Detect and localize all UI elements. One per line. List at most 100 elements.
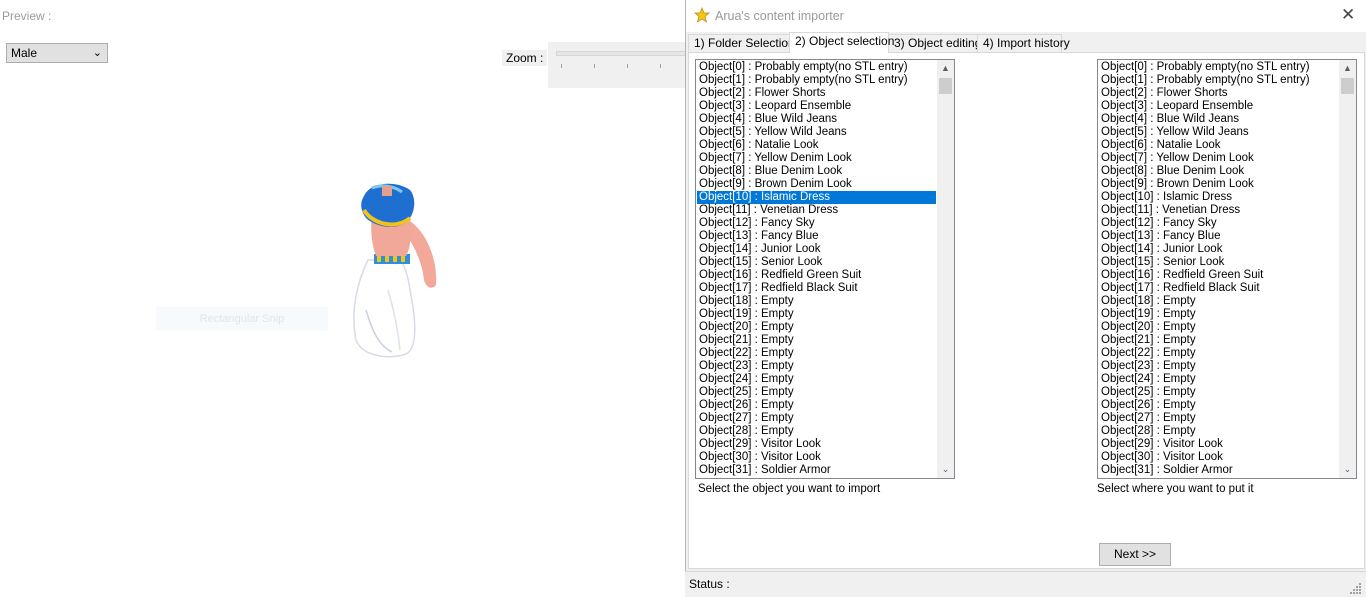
list-item[interactable]: Object[23] : Empty xyxy=(1099,360,1338,373)
list-item[interactable]: Object[11] : Venetian Dress xyxy=(1099,204,1338,217)
list-item[interactable]: Object[29] : Visitor Look xyxy=(697,438,936,451)
list-item[interactable]: Object[4] : Blue Wild Jeans xyxy=(1099,113,1338,126)
list-item[interactable]: Object[11] : Venetian Dress xyxy=(697,204,936,217)
close-icon[interactable]: ✕ xyxy=(1341,5,1355,25)
list-item[interactable]: Object[17] : Redfield Black Suit xyxy=(697,282,936,295)
list-item[interactable]: Object[2] : Flower Shorts xyxy=(697,87,936,100)
list-item[interactable]: Object[28] : Empty xyxy=(1099,425,1338,438)
tab-object-editing[interactable]: 3) Object editing xyxy=(888,34,981,53)
list-item[interactable]: Object[12] : Fancy Sky xyxy=(697,217,936,230)
list-item[interactable]: Object[27] : Empty xyxy=(1099,412,1338,425)
preview-label: Preview : xyxy=(2,9,52,23)
scroll-thumb[interactable] xyxy=(1341,78,1354,94)
source-object-list[interactable]: Object[0] : Probably empty(no STL entry)… xyxy=(695,59,955,479)
source-list-items: Object[0] : Probably empty(no STL entry)… xyxy=(697,61,936,477)
tab-folder-selection[interactable]: 1) Folder Selection xyxy=(688,34,795,53)
list-item[interactable]: Object[20] : Empty xyxy=(1099,321,1338,334)
list-item[interactable]: Object[30] : Visitor Look xyxy=(697,451,936,464)
list-item[interactable]: Object[9] : Brown Denim Look xyxy=(1099,178,1338,191)
next-button[interactable]: Next >> xyxy=(1099,543,1171,566)
snip-overlay-text: Rectangular Snip xyxy=(156,307,328,331)
list-item[interactable]: Object[5] : Yellow Wild Jeans xyxy=(697,126,936,139)
list-item[interactable]: Object[21] : Empty xyxy=(1099,334,1338,347)
list-item[interactable]: Object[8] : Blue Denim Look xyxy=(697,165,936,178)
list-item[interactable]: Object[0] : Probably empty(no STL entry) xyxy=(1099,61,1338,74)
list-item[interactable]: Object[24] : Empty xyxy=(1099,373,1338,386)
list-item[interactable]: Object[22] : Empty xyxy=(1099,347,1338,360)
list-item[interactable]: Object[1] : Probably empty(no STL entry) xyxy=(1099,74,1338,87)
slider-tick xyxy=(660,64,661,68)
list-item[interactable]: Object[9] : Brown Denim Look xyxy=(697,178,936,191)
list-item[interactable]: Object[25] : Empty xyxy=(1099,386,1338,399)
list-item[interactable]: Object[27] : Empty xyxy=(697,412,936,425)
status-label: Status : xyxy=(689,577,730,591)
list-item[interactable]: Object[10] : Islamic Dress xyxy=(697,191,936,204)
list-item[interactable]: Object[29] : Visitor Look xyxy=(1099,438,1338,451)
list-item[interactable]: Object[30] : Visitor Look xyxy=(1099,451,1338,464)
list-item[interactable]: Object[0] : Probably empty(no STL entry) xyxy=(697,61,936,74)
list-item[interactable]: Object[28] : Empty xyxy=(697,425,936,438)
zoom-label: Zoom : xyxy=(502,50,548,66)
list-item[interactable]: Object[2] : Flower Shorts xyxy=(1099,87,1338,100)
list-item[interactable]: Object[16] : Redfield Green Suit xyxy=(1099,269,1338,282)
scroll-thumb[interactable] xyxy=(939,78,952,94)
list-item[interactable]: Object[1] : Probably empty(no STL entry) xyxy=(697,74,936,87)
target-list-scrollbar[interactable]: ▲ ⌄ xyxy=(1339,60,1356,478)
list-item[interactable]: Object[15] : Senior Look xyxy=(697,256,936,269)
source-list-scrollbar[interactable]: ▲ ⌄ xyxy=(937,60,954,478)
list-item[interactable]: Object[13] : Fancy Blue xyxy=(697,230,936,243)
gender-dropdown-value: Male xyxy=(11,46,38,60)
list-item[interactable]: Object[24] : Empty xyxy=(697,373,936,386)
list-item[interactable]: Object[31] : Soldier Armor xyxy=(1099,464,1338,477)
zoom-slider-track[interactable] xyxy=(556,51,686,56)
list-item[interactable]: Object[7] : Yellow Denim Look xyxy=(697,152,936,165)
list-item[interactable]: Object[14] : Junior Look xyxy=(697,243,936,256)
slider-tick xyxy=(594,64,595,68)
tab-object-selection[interactable]: 2) Object selection xyxy=(789,32,894,53)
source-hint-label: Select the object you want to import xyxy=(698,483,881,495)
list-item[interactable]: Object[3] : Leopard Ensemble xyxy=(1099,100,1338,113)
list-item[interactable]: Object[20] : Empty xyxy=(697,321,936,334)
scroll-up-icon[interactable]: ▲ xyxy=(937,60,954,77)
list-item[interactable]: Object[4] : Blue Wild Jeans xyxy=(697,113,936,126)
list-item[interactable]: Object[7] : Yellow Denim Look xyxy=(1099,152,1338,165)
scroll-down-icon[interactable]: ⌄ xyxy=(937,461,954,478)
list-item[interactable]: Object[10] : Islamic Dress xyxy=(1099,191,1338,204)
list-item[interactable]: Object[23] : Empty xyxy=(697,360,936,373)
list-item[interactable]: Object[31] : Soldier Armor xyxy=(697,464,936,477)
list-item[interactable]: Object[14] : Junior Look xyxy=(1099,243,1338,256)
list-item[interactable]: Object[3] : Leopard Ensemble xyxy=(697,100,936,113)
title-bar: Arua's content importer ✕ xyxy=(686,0,1366,32)
slider-tick xyxy=(627,64,628,68)
list-item[interactable]: Object[13] : Fancy Blue xyxy=(1099,230,1338,243)
slider-tick xyxy=(561,64,562,68)
tab-import-history[interactable]: 4) Import history xyxy=(977,34,1070,53)
resize-grip-icon[interactable] xyxy=(1350,582,1362,594)
list-item[interactable]: Object[26] : Empty xyxy=(697,399,936,412)
list-item[interactable]: Object[18] : Empty xyxy=(697,295,936,308)
chevron-down-icon: ⌄ xyxy=(92,47,102,59)
list-item[interactable]: Object[25] : Empty xyxy=(697,386,936,399)
gender-dropdown[interactable]: Male ⌄ xyxy=(6,43,108,63)
list-item[interactable]: Object[17] : Redfield Black Suit xyxy=(1099,282,1338,295)
list-item[interactable]: Object[8] : Blue Denim Look xyxy=(1099,165,1338,178)
list-item[interactable]: Object[5] : Yellow Wild Jeans xyxy=(1099,126,1338,139)
status-bar: Status : xyxy=(685,571,1366,597)
list-item[interactable]: Object[19] : Empty xyxy=(697,308,936,321)
list-item[interactable]: Object[12] : Fancy Sky xyxy=(1099,217,1338,230)
target-hint-label: Select where you want to put it xyxy=(1097,483,1254,495)
list-item[interactable]: Object[26] : Empty xyxy=(1099,399,1338,412)
list-item[interactable]: Object[6] : Natalie Look xyxy=(1099,139,1338,152)
list-item[interactable]: Object[15] : Senior Look xyxy=(1099,256,1338,269)
list-item[interactable]: Object[22] : Empty xyxy=(697,347,936,360)
list-item[interactable]: Object[16] : Redfield Green Suit xyxy=(697,269,936,282)
list-item[interactable]: Object[18] : Empty xyxy=(1099,295,1338,308)
list-item[interactable]: Object[19] : Empty xyxy=(1099,308,1338,321)
target-object-list[interactable]: Object[0] : Probably empty(no STL entry)… xyxy=(1097,59,1357,479)
scroll-down-icon[interactable]: ⌄ xyxy=(1339,461,1356,478)
list-item[interactable]: Object[21] : Empty xyxy=(697,334,936,347)
scroll-up-icon[interactable]: ▲ xyxy=(1339,60,1356,77)
list-item[interactable]: Object[6] : Natalie Look xyxy=(697,139,936,152)
zoom-slider[interactable] xyxy=(548,42,686,88)
character-model-preview xyxy=(353,183,437,358)
